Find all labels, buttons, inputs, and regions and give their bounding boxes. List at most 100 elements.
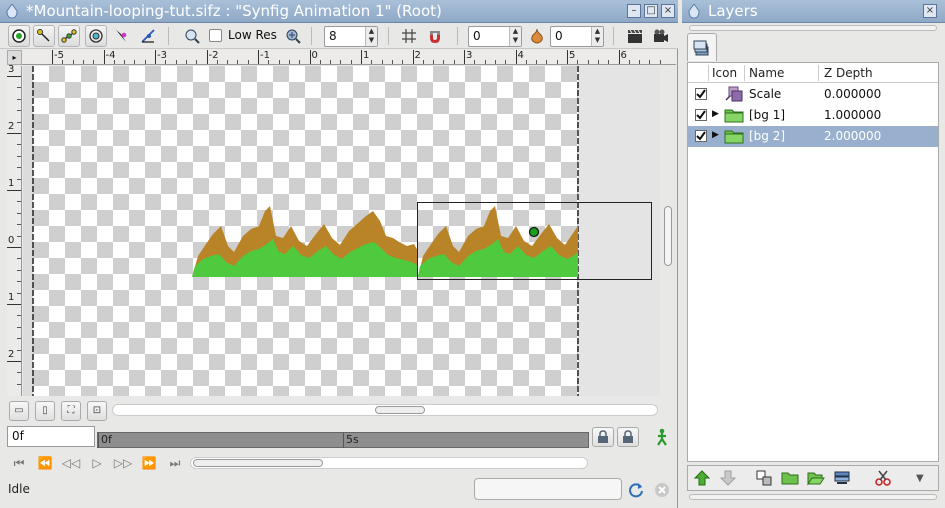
past-onion-skin-spinner[interactable]: 0 ▲ ▼ — [468, 26, 522, 47]
preview-quality-button[interactable] — [181, 25, 203, 47]
canvas-vertical-scrollbar[interactable] — [661, 66, 675, 396]
show-guides-button[interactable] — [8, 25, 30, 47]
layer-visibility-checkbox[interactable] — [695, 130, 707, 142]
zoom-out-button[interactable]: ▭ — [9, 401, 29, 421]
expand-arrow-icon[interactable]: ▶ — [712, 109, 719, 119]
future-onion-skin-spinner[interactable]: 0 ▲ ▼ — [550, 26, 604, 47]
amount-layer-button[interactable] — [833, 469, 853, 489]
width-tool-button[interactable] — [110, 25, 132, 47]
render-button[interactable] — [624, 25, 646, 47]
close-panel-button[interactable]: × — [923, 4, 937, 18]
cut-layer-button[interactable] — [874, 469, 894, 489]
toolbar-separator — [613, 27, 614, 45]
snap-to-grid-button[interactable] — [424, 25, 446, 47]
animation-mode-button[interactable] — [653, 428, 671, 446]
zoom-in-button[interactable]: ⊡ — [87, 401, 107, 421]
layer-visibility-checkbox[interactable] — [695, 88, 707, 100]
onion-skin-button[interactable] — [526, 25, 548, 47]
layers-window-titlebar[interactable]: Layers × — [682, 0, 945, 23]
stop-render-button[interactable] — [653, 481, 671, 499]
expand-arrow-icon[interactable]: ▶ — [712, 130, 719, 140]
angle-tool-button[interactable] — [137, 25, 159, 47]
minimize-button[interactable]: – — [627, 4, 641, 18]
canvas-menu-button[interactable]: ▸ — [7, 50, 22, 65]
ruler-minor-tick — [144, 60, 146, 64]
lower-layer-button[interactable] — [719, 469, 739, 489]
work-area[interactable] — [23, 66, 660, 396]
toggle-background-button[interactable] — [282, 25, 304, 47]
ruler-minor-tick — [628, 60, 630, 64]
vertex-tool-button[interactable] — [33, 25, 55, 47]
group-layer-button[interactable] — [781, 469, 801, 489]
spin-arrows-icon[interactable]: ▲ ▼ — [591, 27, 603, 46]
play-button[interactable]: ▷ — [87, 453, 107, 473]
layer-visibility-checkbox[interactable] — [695, 109, 707, 121]
radius-handle-icon — [89, 29, 103, 43]
radius-tool-button[interactable] — [85, 25, 107, 47]
layers-list-header: Icon Name Z Depth — [688, 63, 938, 83]
ruler-minor-tick — [556, 60, 558, 64]
time-slider[interactable]: 0f 5s — [97, 432, 589, 448]
ruler-label: 3 — [466, 50, 473, 61]
zoom-100-button[interactable]: ▯ — [35, 401, 55, 421]
origin-handle[interactable] — [528, 226, 540, 238]
ruler-minor-tick — [237, 60, 239, 64]
vertical-ruler: 3 2 1 0 1 2 — [7, 64, 22, 396]
prev-frame-button[interactable]: ◁◁ — [61, 453, 81, 473]
spin-arrows-icon[interactable]: ▲ ▼ — [365, 27, 377, 46]
column-header-icon[interactable]: Icon — [712, 66, 737, 80]
past-keyframes-lock-button[interactable] — [592, 427, 614, 447]
future-keyframes-lock-button[interactable] — [617, 427, 639, 447]
layer-row-bg1[interactable]: ▶ [bg 1] 1.000000 — [688, 105, 938, 126]
scrollbar-thumb[interactable] — [375, 406, 425, 414]
layers-tab[interactable] — [687, 33, 717, 61]
prev-keyframe-button[interactable]: ⏪ — [35, 453, 55, 473]
canvas-window-titlebar[interactable]: *Mountain-looping-tut.sifz : "Synfig Ani… — [0, 0, 678, 23]
next-frame-button[interactable]: ▷▷ — [113, 453, 133, 473]
scrollbar-thumb[interactable] — [193, 459, 323, 467]
ungroup-layer-button[interactable] — [807, 469, 827, 489]
canvas-horizontal-scrollbar[interactable] — [112, 404, 658, 416]
refresh-button[interactable] — [627, 481, 645, 499]
column-header-z-depth[interactable]: Z Depth — [824, 66, 873, 80]
ruler-minor-tick — [17, 201, 21, 203]
ruler-minor-tick — [124, 60, 126, 64]
zoom-fit-button[interactable]: ⛶ — [61, 401, 81, 421]
panel-handle[interactable] — [689, 25, 937, 31]
ruler-minor-tick — [597, 60, 599, 64]
preview-button[interactable] — [650, 25, 672, 47]
seek-end-button[interactable]: ⏭ — [165, 453, 185, 473]
close-window-button[interactable]: × — [661, 4, 675, 18]
canvas-toolbar: Low Res 8 ▲ ▼ 0 ▲ ▼ 0 ▲ ▼ — [0, 23, 678, 49]
seek-begin-button[interactable]: ⏮ — [9, 453, 29, 473]
panel-handle[interactable] — [689, 494, 937, 500]
ruler-minor-tick — [350, 60, 352, 64]
low-res-checkbox[interactable] — [209, 29, 222, 42]
show-grid-button[interactable] — [398, 25, 420, 47]
pixel-ratio-spinner[interactable]: 8 ▲ ▼ — [324, 26, 378, 47]
open-folder-icon — [807, 472, 825, 486]
ruler-major-tick — [7, 190, 21, 191]
ruler-minor-tick — [443, 60, 445, 64]
magnifier-icon — [185, 29, 200, 44]
tangent-tool-button[interactable] — [58, 25, 80, 47]
raise-layer-button[interactable] — [693, 469, 713, 489]
next-keyframe-button[interactable]: ⏩ — [139, 453, 159, 473]
current-time-field[interactable]: 0f — [7, 426, 95, 447]
scrollbar-thumb[interactable] — [664, 206, 672, 266]
ruler-minor-tick — [577, 60, 579, 64]
duplicate-layer-button[interactable] — [755, 469, 775, 489]
layer-stack-blue-icon — [834, 471, 850, 484]
toolbar-separator — [388, 27, 389, 45]
more-options-arrow-icon[interactable]: ▼ — [916, 469, 936, 489]
ruler-minor-tick — [17, 98, 21, 100]
layer-row-scale[interactable]: Scale 0.000000 — [688, 84, 938, 105]
playback-scrollbar[interactable] — [190, 457, 588, 469]
group-folder-icon — [724, 130, 744, 144]
snap-magnet-icon — [430, 31, 440, 43]
layer-row-bg2[interactable]: ▶ [bg 2] 2.000000 — [688, 126, 938, 147]
ruler-minor-tick — [247, 60, 249, 64]
spin-arrows-icon[interactable]: ▲ ▼ — [509, 27, 521, 46]
column-header-name[interactable]: Name — [749, 66, 784, 80]
maximize-button[interactable]: □ — [644, 4, 658, 18]
